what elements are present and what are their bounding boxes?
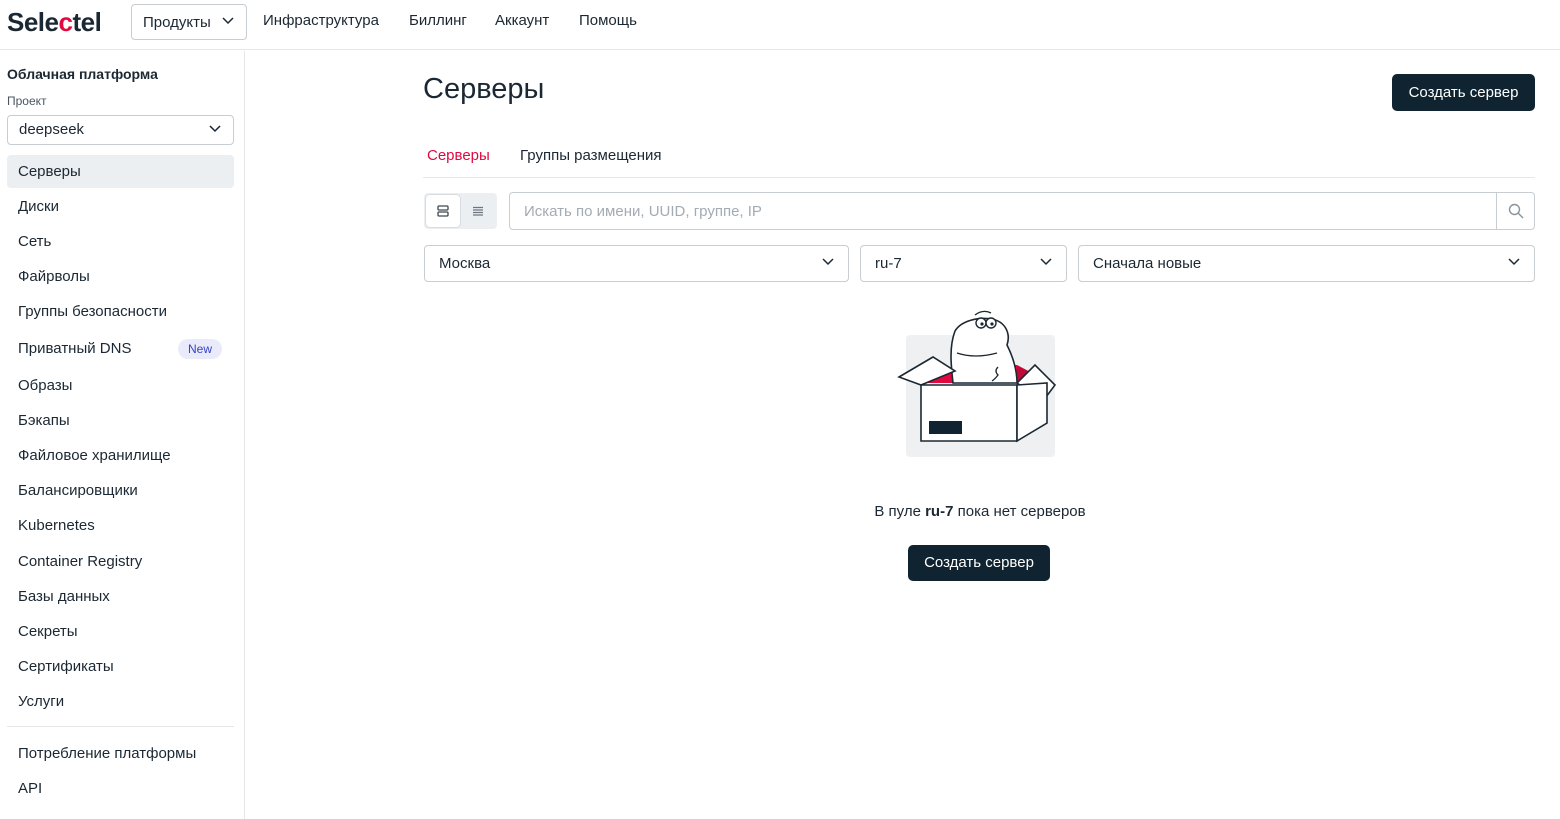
empty-text-part: пока нет серверов [953, 503, 1086, 520]
sort-value: Сначала новые [1093, 255, 1202, 272]
empty-state-message: В пуле ru-7 пока нет серверов [600, 503, 1360, 520]
card-view-button[interactable] [426, 195, 460, 227]
sidebar-item-container-registry[interactable]: Container Registry [7, 545, 234, 578]
sidebar-item-servers[interactable]: Серверы [7, 155, 234, 188]
nav-account[interactable]: Аккаунт [495, 12, 549, 29]
project-select[interactable]: deepseek [7, 115, 234, 145]
card-view-icon [437, 205, 449, 217]
nav-help[interactable]: Помощь [579, 12, 637, 29]
project-value: deepseek [19, 121, 85, 138]
chevron-down-icon [1508, 258, 1520, 266]
sidebar-item-label: Файловое хранилище [18, 447, 171, 464]
dinosaur-box-illustration [897, 310, 1057, 457]
search-icon [1508, 203, 1523, 219]
sidebar-item-platform-usage[interactable]: Потребление платформы [7, 737, 234, 770]
sidebar-item-label: Услуги [18, 693, 65, 710]
nav-billing[interactable]: Биллинг [409, 12, 467, 29]
chevron-down-icon [1040, 258, 1052, 266]
sidebar-item-services[interactable]: Услуги [7, 685, 234, 718]
empty-text-part: В пуле [874, 503, 926, 520]
sidebar-item-file-storage[interactable]: Файловое хранилище [7, 439, 234, 472]
tabs-divider [423, 177, 1535, 178]
sidebar-item-label: Базы данных [18, 588, 110, 605]
sidebar-title: Облачная платформа [7, 66, 158, 82]
list-view-button[interactable] [461, 195, 495, 227]
project-label: Проект [7, 94, 47, 108]
sidebar-item-network[interactable]: Сеть [7, 225, 234, 258]
sidebar-item-secrets[interactable]: Секреты [7, 615, 234, 648]
sidebar-item-label: Бэкапы [18, 412, 70, 429]
pool-select[interactable]: ru-7 [860, 245, 1067, 282]
sidebar-item-label: Приватный DNS [18, 340, 132, 357]
sidebar-item-label: Сеть [18, 233, 52, 250]
search-box [509, 192, 1535, 230]
sidebar-item-kubernetes[interactable]: Kubernetes [7, 509, 234, 542]
products-label: Продукты [143, 13, 211, 31]
sidebar-item-label: Балансировщики [18, 482, 138, 499]
sidebar-item-label: Образы [18, 377, 73, 394]
region-select[interactable]: Москва [424, 245, 849, 282]
sidebar-item-certificates[interactable]: Сертификаты [7, 650, 234, 683]
sidebar-item-label: Сертификаты [18, 658, 114, 675]
selectel-logo[interactable]: Selectel [7, 5, 102, 39]
sidebar-item-images[interactable]: Образы [7, 369, 234, 402]
sidebar-item-backups[interactable]: Бэкапы [7, 404, 234, 437]
sidebar-item-label: Секреты [18, 623, 78, 640]
top-bar: Selectel Продукты Инфраструктура Биллинг… [0, 0, 1560, 50]
sidebar-item-security-groups[interactable]: Группы безопасности [7, 295, 234, 328]
sidebar-item-label: Группы безопасности [18, 303, 167, 320]
sidebar-item-label: Серверы [18, 163, 81, 180]
chevron-down-icon [222, 17, 234, 25]
sidebar-item-label: Kubernetes [18, 517, 95, 534]
sidebar-item-label: Диски [18, 198, 59, 215]
empty-create-server-button[interactable]: Создать сервер [908, 545, 1050, 581]
sidebar-item-label: Файрволы [18, 268, 90, 285]
chevron-down-icon [822, 258, 834, 266]
sidebar-divider [7, 726, 234, 727]
view-toggle [424, 193, 497, 229]
create-server-button[interactable]: Создать сервер [1392, 74, 1535, 111]
tab-placement-groups[interactable]: Группы размещения [520, 147, 662, 164]
sidebar-item-databases[interactable]: Базы данных [7, 580, 234, 613]
sort-select[interactable]: Сначала новые [1078, 245, 1535, 282]
sidebar-item-private-dns[interactable]: Приватный DNS New [7, 332, 234, 365]
sidebar-item-label: Потребление платформы [18, 745, 197, 762]
sidebar-item-disks[interactable]: Диски [7, 190, 234, 223]
tab-servers[interactable]: Серверы [427, 147, 490, 164]
sidebar-item-firewalls[interactable]: Файрволы [7, 260, 234, 293]
sidebar-item-label: Container Registry [18, 553, 143, 570]
sidebar-item-api[interactable]: API [7, 772, 234, 805]
search-input[interactable] [510, 193, 1497, 229]
pool-value: ru-7 [875, 255, 902, 272]
region-value: Москва [439, 255, 491, 272]
list-view-icon [473, 206, 483, 216]
page-title: Серверы [423, 73, 545, 105]
search-button[interactable] [1496, 193, 1534, 229]
sidebar-item-label: API [18, 780, 43, 797]
new-badge: New [177, 339, 222, 359]
sidebar-item-load-balancers[interactable]: Балансировщики [7, 474, 234, 507]
sidebar: Облачная платформа Проект deepseek Серве… [0, 51, 245, 819]
empty-pool-name: ru-7 [925, 503, 954, 520]
chevron-down-icon [209, 125, 221, 133]
products-menu-button[interactable]: Продукты [131, 4, 247, 40]
nav-infrastructure[interactable]: Инфраструктура [263, 12, 379, 29]
